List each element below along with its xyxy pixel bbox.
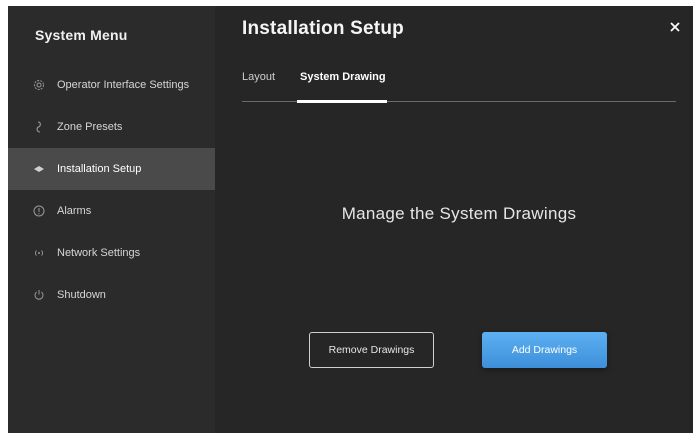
tab-layout[interactable]: Layout [242,71,275,83]
section-heading: Manage the System Drawings [341,204,577,223]
gear-icon [33,79,45,91]
main-panel: Installation Setup Layout System Drawing… [215,6,693,433]
sidebar-item-label: Zone Presets [57,121,123,133]
sidebar-item-zone-presets[interactable]: Zone Presets [8,106,215,148]
installation-icon [33,163,45,175]
sidebar-item-label: Operator Interface Settings [57,79,190,91]
add-drawings-button[interactable]: Add Drawings [482,332,607,368]
power-icon [33,289,45,301]
sidebar-item-label: Shutdown [57,289,106,301]
system-menu-window: System Menu Operator Interface Settings … [8,6,693,433]
sidebar-item-shutdown[interactable]: Shutdown [8,274,215,316]
zone-icon [33,121,45,133]
page-title: Installation Setup [242,18,404,39]
sidebar-item-network-settings[interactable]: Network Settings [8,232,215,274]
sidebar-item-label: Installation Setup [57,163,142,175]
sidebar-title: System Menu [35,27,128,43]
sidebar-menu: Operator Interface Settings Zone Presets… [8,64,215,316]
sidebar-item-operator-interface-settings[interactable]: Operator Interface Settings [8,64,215,106]
alert-icon [33,205,45,217]
sidebar-item-alarms[interactable]: Alarms [8,190,215,232]
sidebar-item-label: Network Settings [57,247,141,259]
active-tab-indicator [297,100,387,103]
close-icon[interactable] [667,19,683,35]
remove-drawings-button[interactable]: Remove Drawings [309,332,434,368]
sidebar-item-label: Alarms [57,205,92,217]
sidebar: System Menu Operator Interface Settings … [8,6,215,433]
tab-system-drawing[interactable]: System Drawing [300,71,386,83]
wifi-icon [33,247,45,259]
tab-bar: Layout System Drawing [242,62,676,103]
sidebar-item-installation-setup[interactable]: Installation Setup [8,148,215,190]
